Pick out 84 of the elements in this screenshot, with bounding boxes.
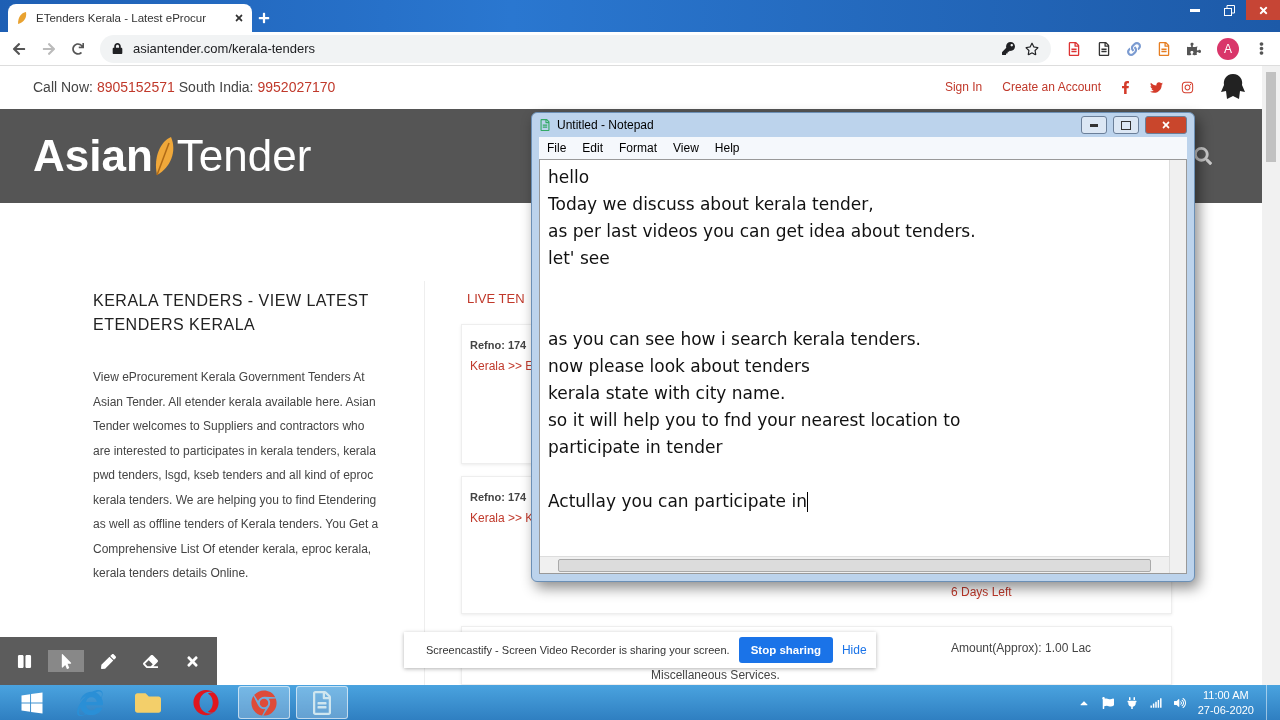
text-line: now please look about tenders [548,355,810,378]
header-link[interactable]: Create an Account [1002,80,1101,95]
restore-icon [1223,4,1235,16]
maximize-icon [1121,120,1131,130]
menu-item[interactable]: File [539,141,575,155]
text-line: hello [548,166,590,189]
twitter-icon[interactable] [1150,80,1163,94]
minimize-button[interactable] [1081,116,1107,134]
call-label: Call Now: [33,79,93,96]
text-line: Today we discuss about kerala tender, [548,193,874,216]
key-icon[interactable] [1002,42,1015,55]
profile-avatar[interactable]: A [1217,37,1239,60]
tool-button[interactable] [48,650,85,672]
puzzle-icon[interactable] [1187,41,1201,56]
scrollbar-thumb[interactable] [1266,72,1276,162]
clock[interactable]: 11:00 AM 27-06-2020 [1197,687,1254,718]
volume-icon[interactable] [1173,696,1186,709]
address-bar[interactable]: asiantender.com/kerala-tenders [100,34,1051,63]
site-logo[interactable]: Asian Tender [33,130,312,181]
header-link[interactable]: Sign In [944,80,983,95]
star-icon[interactable] [1025,41,1039,56]
tab-title: ETenders Kerala - Latest eProcur [36,12,208,24]
horizontal-scrollbar[interactable] [540,556,1169,573]
eraser-icon [143,653,159,669]
pen-icon [101,653,116,669]
scrollbar-thumb[interactable] [558,558,1151,572]
notepad-icon [539,119,551,131]
text-line: kerala state with city name. [548,382,786,405]
text-line: so it will help you to fnd your nearest location to [548,409,961,432]
category-text: Miscellaneous Services. [651,668,780,682]
close-button[interactable] [1246,0,1280,20]
windows-icon [20,690,44,715]
flag-icon[interactable] [1101,696,1114,709]
close-button[interactable] [1145,116,1187,134]
search-icon[interactable] [1194,146,1212,165]
lock-icon [112,43,123,54]
refno-text: Refno: 174 [470,491,527,503]
amount-text: Amount(Approx): 1.00 Lac [951,641,1092,655]
hide-link[interactable]: Hide [841,643,867,657]
menu-item[interactable]: View [665,141,707,155]
phone-number[interactable]: 9952027170 [257,79,336,96]
page-heading: KERALA TENDERS - VIEW LATEST ETENDERS KERALA [93,291,370,335]
pause-icon [16,653,32,669]
text-line: participate in tender [548,436,723,459]
days-left-text: 6 Days Left [951,585,1012,599]
facebook-icon[interactable] [1119,80,1132,94]
menu-item[interactable]: Help [706,141,748,155]
stop-sharing-button[interactable]: Stop sharing [738,637,833,663]
new-tab-icon[interactable] [258,12,270,24]
browser-tab[interactable]: ETenders Kerala - Latest eProcur [8,4,252,32]
signal-icon[interactable] [1149,696,1162,709]
link-icon[interactable] [1127,41,1141,56]
menu-item[interactable]: Edit [574,141,612,155]
chrome-icon [251,689,277,716]
window-title: Untitled - Notepad [557,118,654,132]
text-line: let' see [548,247,610,270]
back-icon[interactable] [12,41,26,56]
refno-text: Refno: 174 [470,339,527,351]
text-line: as you can see how i search kerala tenders. [548,328,921,351]
sharing-message: Screencastify - Screen Video Recorder is sharing your screen. [426,644,730,656]
text-line: Actullay you can participate in [548,490,807,513]
close-icon [1257,4,1269,16]
close-icon[interactable] [234,13,244,23]
close-icon [1161,120,1171,130]
intro-paragraph: View eProcurement Kerala Government Tenders At Asian Tender. All etender kerala available here. Asian Tender welcomes to Suppliers and contractors who are interested to participates in kerala tenders, kerala pwd tenders, lsgd, kseb tenders and all kind of eproc kerala tenders. We are helping you to find Etendering as well as offline tenders of Kerala tenders. You Get a Comprehensive List Of etender kerala, eproc kerala, kerala tenders details Online. [93,369,380,582]
internet-explorer-icon [77,689,103,716]
text-caret [806,491,808,512]
phone-number[interactable]: 8905152571 [96,79,175,96]
notepad-icon [310,690,334,715]
maximize-button[interactable] [1113,116,1139,134]
taskbar-app[interactable] [238,686,290,719]
reload-icon[interactable] [72,42,84,55]
leaf-icon [16,11,28,25]
text-line: as per last videos you can get idea about tenders. [548,220,976,243]
section-heading: LIVE TEN [466,290,526,308]
minimize-icon [1090,123,1098,127]
instagram-icon[interactable] [1181,80,1194,94]
menu-item[interactable]: Format [611,141,666,155]
url-text: asiantender.com/kerala-tenders [133,41,316,56]
minimize-icon [1190,8,1200,12]
power-icon[interactable] [1125,696,1138,709]
region-label: South India: [178,79,254,96]
opera-icon [193,689,219,716]
vertical-scrollbar[interactable] [1169,160,1186,573]
